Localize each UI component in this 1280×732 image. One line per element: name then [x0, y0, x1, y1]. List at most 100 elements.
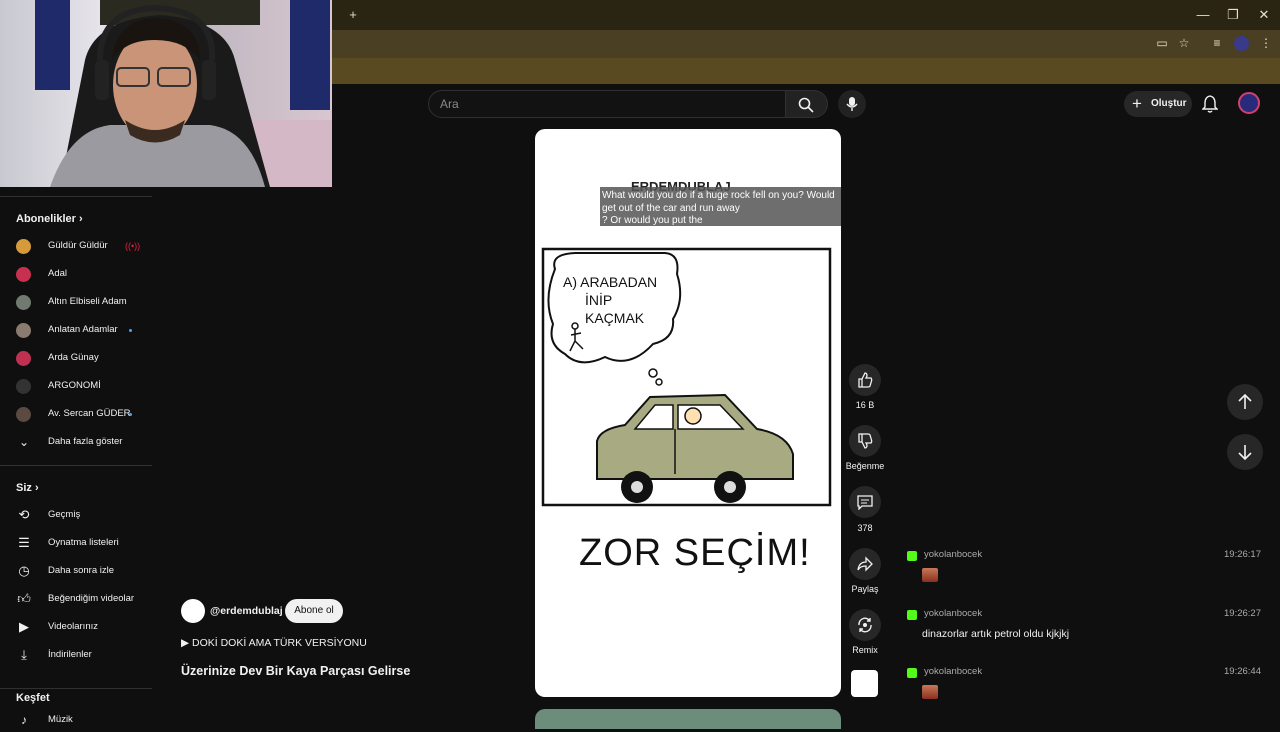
sidebar-item-subscription[interactable]: Arda Günay — [16, 346, 152, 370]
subscription-label: ARGONOMİ — [48, 380, 101, 391]
music-link[interactable]: ▶ DOKİ DOKİ AMA TÜRK VERSİYONU — [181, 637, 367, 649]
webcam-overlay — [0, 0, 332, 187]
playlist-icon: ☰ — [18, 535, 30, 550]
mic-icon — [846, 97, 858, 111]
subscription-label: Güldür Güldür — [48, 240, 108, 251]
show-more-button[interactable]: ⌄ Daha fazla göster — [16, 430, 152, 454]
close-window-button[interactable]: ✕ — [1255, 6, 1273, 24]
chat-username[interactable]: yokolanbocek — [924, 608, 982, 619]
short-title: Üzerinize Dev Bir Kaya Parçası Gelirse — [181, 664, 411, 678]
channel-avatar[interactable] — [181, 599, 205, 623]
kick-badge-icon — [907, 668, 917, 678]
explore-heading: Keşfet — [16, 692, 50, 704]
chat-username[interactable]: yokolanbocek — [924, 549, 982, 560]
sidebar-item-label: Videolarınız — [48, 621, 98, 632]
media-control-icon[interactable]: ≡ — [1209, 35, 1225, 51]
sidebar-item-label: Oynatma listeleri — [48, 537, 119, 548]
share-label: Paylaş — [851, 584, 879, 594]
history-icon: ⟲ — [18, 507, 30, 522]
divider — [0, 688, 152, 689]
like-button[interactable] — [849, 364, 881, 396]
subscription-label: Arda Günay — [48, 352, 99, 363]
channel-avatar — [16, 267, 31, 282]
bubble-text: KAÇMAK — [585, 310, 645, 326]
thumb-up-icon: 👍︎ — [17, 591, 31, 606]
comments-button[interactable] — [849, 486, 881, 518]
big-caption: ZOR SEÇİM! — [579, 531, 811, 574]
create-button[interactable]: + Oluştur — [1124, 91, 1192, 117]
channel-avatar — [16, 379, 31, 394]
music-icon: ♪ — [21, 713, 27, 727]
sidebar-item-clock[interactable]: ◷ Daha sonra izle — [16, 559, 152, 583]
sidebar-item-label: İndirilenler — [48, 649, 92, 660]
sidebar-item-subscription[interactable]: Adal — [16, 262, 152, 286]
subscribe-button[interactable]: Abone ol — [285, 599, 343, 623]
short-video-player[interactable]: ERDEMDUBLAJ What would you do if a huge … — [535, 129, 841, 697]
sidebar-item-video[interactable]: ▶ Videolarınız — [16, 615, 152, 639]
next-short-button[interactable] — [1227, 434, 1263, 470]
sidebar-item-history[interactable]: ⟲ Geçmiş — [16, 503, 152, 527]
cast-icon[interactable]: ▭ — [1154, 35, 1170, 51]
share-icon — [857, 556, 873, 572]
search-button[interactable] — [786, 90, 828, 118]
bell-icon[interactable] — [1202, 95, 1218, 113]
channel-avatar — [16, 239, 31, 254]
clock-icon: ◷ — [18, 563, 30, 578]
search-input[interactable]: Ara — [428, 90, 786, 118]
restore-button[interactable]: ❐ — [1224, 6, 1242, 24]
chat-timestamp: 19:26:17 — [1224, 549, 1261, 560]
sidebar-item-subscription[interactable]: ARGONOMİ — [16, 374, 152, 398]
voice-search-button[interactable] — [838, 90, 866, 118]
bubble-text: İNİP — [585, 291, 612, 308]
divider — [0, 465, 152, 466]
next-short-preview[interactable] — [535, 709, 841, 729]
like-count: 16 B — [855, 400, 875, 410]
sidebar-item-playlist[interactable]: ☰ Oynatma listeleri — [16, 531, 152, 555]
chevron-right-icon: › — [78, 213, 83, 225]
live-icon: ((•)) — [125, 241, 141, 251]
browser-menu-icon[interactable]: ⋮ — [1258, 35, 1274, 51]
subscription-label: Anlatan Adamlar — [48, 324, 118, 335]
sidebar-item-subscription[interactable]: Anlatan Adamlar — [16, 318, 152, 342]
comment-count: 378 — [857, 523, 873, 533]
remix-button[interactable] — [849, 609, 881, 641]
subscriptions-heading[interactable]: Abonelikler › — [16, 213, 83, 225]
you-heading[interactable]: Siz › — [16, 482, 39, 494]
bookmark-star-icon[interactable]: ☆ — [1176, 35, 1192, 51]
download-icon: ⤓ — [21, 647, 27, 662]
search-icon — [798, 97, 814, 113]
channel-avatar — [16, 351, 31, 366]
kick-badge-icon — [907, 610, 917, 620]
channel-avatar — [16, 407, 31, 422]
channel-handle[interactable]: @erdemdublaj — [210, 605, 283, 617]
arrow-down-icon — [1238, 445, 1252, 460]
sound-thumbnail[interactable] — [851, 670, 878, 697]
share-button[interactable] — [849, 548, 881, 580]
dislike-button[interactable] — [849, 425, 881, 457]
thumb-down-icon — [858, 433, 873, 449]
subscription-label: Av. Sercan GÜDER — [48, 408, 131, 419]
sidebar-item-subscription[interactable]: Altın Elbiseli Adam — [16, 290, 152, 314]
remix-icon — [858, 617, 872, 633]
sidebar-item-subscription[interactable]: Av. Sercan GÜDER — [16, 402, 152, 426]
chevron-right-icon: › — [34, 482, 39, 494]
caption-line: ? Or would you put the — [602, 215, 703, 226]
chat-username[interactable]: yokolanbocek — [924, 666, 982, 677]
avatar[interactable] — [1238, 92, 1260, 114]
bubble-text: A) ARABADAN — [563, 274, 657, 290]
kick-badge-icon — [907, 551, 917, 561]
sidebar-item-subscription[interactable]: Güldür Güldür ((•)) — [16, 234, 152, 258]
sidebar-item-thumb-up[interactable]: 👍︎ Beğendiğim videolar — [16, 587, 152, 611]
profile-avatar[interactable] — [1234, 36, 1249, 51]
sidebar-item-music[interactable]: ♪ Müzik — [16, 708, 152, 732]
new-tab-button[interactable]: + — [344, 6, 362, 24]
chat-timestamp: 19:26:44 — [1224, 666, 1261, 677]
subscription-label: Adal — [48, 268, 68, 279]
previous-short-button[interactable] — [1227, 384, 1263, 420]
thumb-up-icon — [858, 372, 873, 388]
create-label: Oluştur — [1151, 98, 1187, 109]
minimize-button[interactable]: — — [1194, 6, 1212, 24]
new-content-dot — [129, 329, 132, 332]
chat-emote — [922, 568, 938, 582]
sidebar-item-download[interactable]: ⤓ İndirilenler — [16, 643, 152, 667]
